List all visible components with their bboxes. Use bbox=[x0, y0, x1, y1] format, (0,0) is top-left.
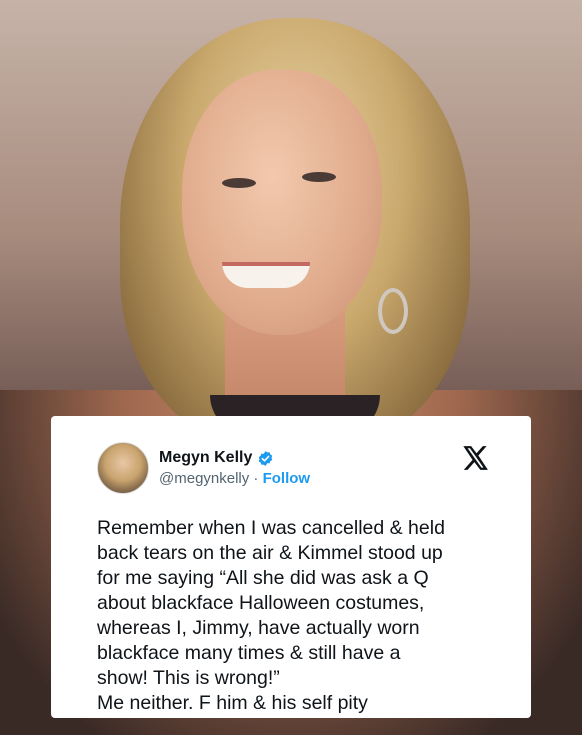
tweet-line: for me saying “All she did was ask a Q bbox=[97, 567, 429, 589]
right-eye bbox=[302, 172, 336, 182]
tweet-line: back tears on the air & Kimmel stood up bbox=[97, 542, 443, 564]
handle-row: @megynkelly · Follow bbox=[159, 470, 310, 487]
smile bbox=[222, 262, 310, 288]
tweet-line: blackface many times & still have a bbox=[97, 642, 401, 664]
tweet-line: about blackface Halloween costumes, bbox=[97, 592, 425, 614]
tweet-line: Me neither. F him & his self pity bbox=[97, 692, 368, 714]
author-name-row: Megyn Kelly bbox=[159, 449, 310, 467]
author-block: Megyn Kelly @megynkelly · Follow bbox=[159, 449, 310, 487]
tweet-line: Remember when I was cancelled & held bbox=[97, 517, 445, 539]
x-logo-icon[interactable] bbox=[463, 446, 489, 470]
tweet-text: Remember when I was cancelled & held bac… bbox=[97, 516, 489, 716]
screenshot: Megyn Kelly @megynkelly · Follow Remembe… bbox=[0, 0, 582, 735]
tweet-line: whereas I, Jimmy, have actually worn bbox=[97, 617, 420, 639]
tweet-card[interactable]: Megyn Kelly @megynkelly · Follow Remembe… bbox=[51, 416, 531, 718]
handle[interactable]: @megynkelly bbox=[159, 470, 249, 487]
avatar[interactable] bbox=[97, 442, 149, 494]
tweet-line: show! This is wrong!” bbox=[97, 667, 280, 689]
tweet-header: Megyn Kelly @megynkelly · Follow bbox=[97, 442, 489, 494]
separator: · bbox=[249, 470, 263, 487]
follow-button[interactable]: Follow bbox=[263, 470, 311, 487]
person-face bbox=[182, 70, 382, 335]
author-name[interactable]: Megyn Kelly bbox=[159, 449, 252, 467]
verified-badge-icon bbox=[259, 450, 273, 466]
earring bbox=[378, 288, 408, 334]
left-eye bbox=[222, 178, 256, 188]
